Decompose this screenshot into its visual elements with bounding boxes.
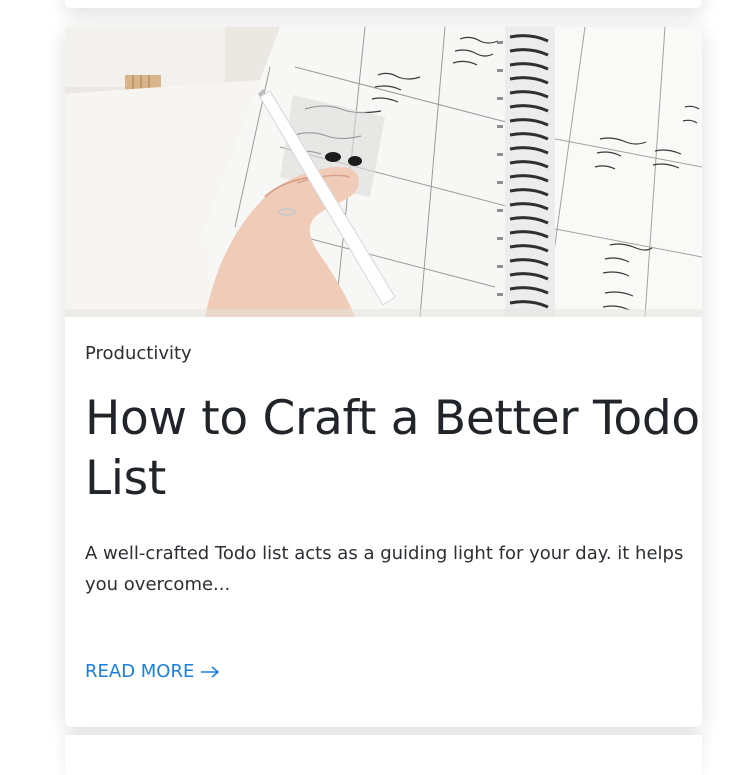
post-title[interactable]: How to Craft a Better Todo List [85, 389, 702, 509]
read-more-label: READ MORE [85, 661, 195, 682]
arrow-right-icon [201, 665, 220, 678]
read-more-link[interactable]: READ MORE [85, 661, 220, 682]
planner-photo-icon [65, 27, 702, 317]
next-post-card [65, 735, 702, 775]
post-category[interactable]: Productivity [85, 343, 192, 364]
post-cover-image[interactable] [65, 27, 702, 317]
post-excerpt: A well-crafted Todo list acts as a guidi… [85, 543, 684, 595]
blog-post-card: Productivity How to Craft a Better Todo … [65, 27, 702, 727]
previous-post-card [65, 0, 702, 8]
